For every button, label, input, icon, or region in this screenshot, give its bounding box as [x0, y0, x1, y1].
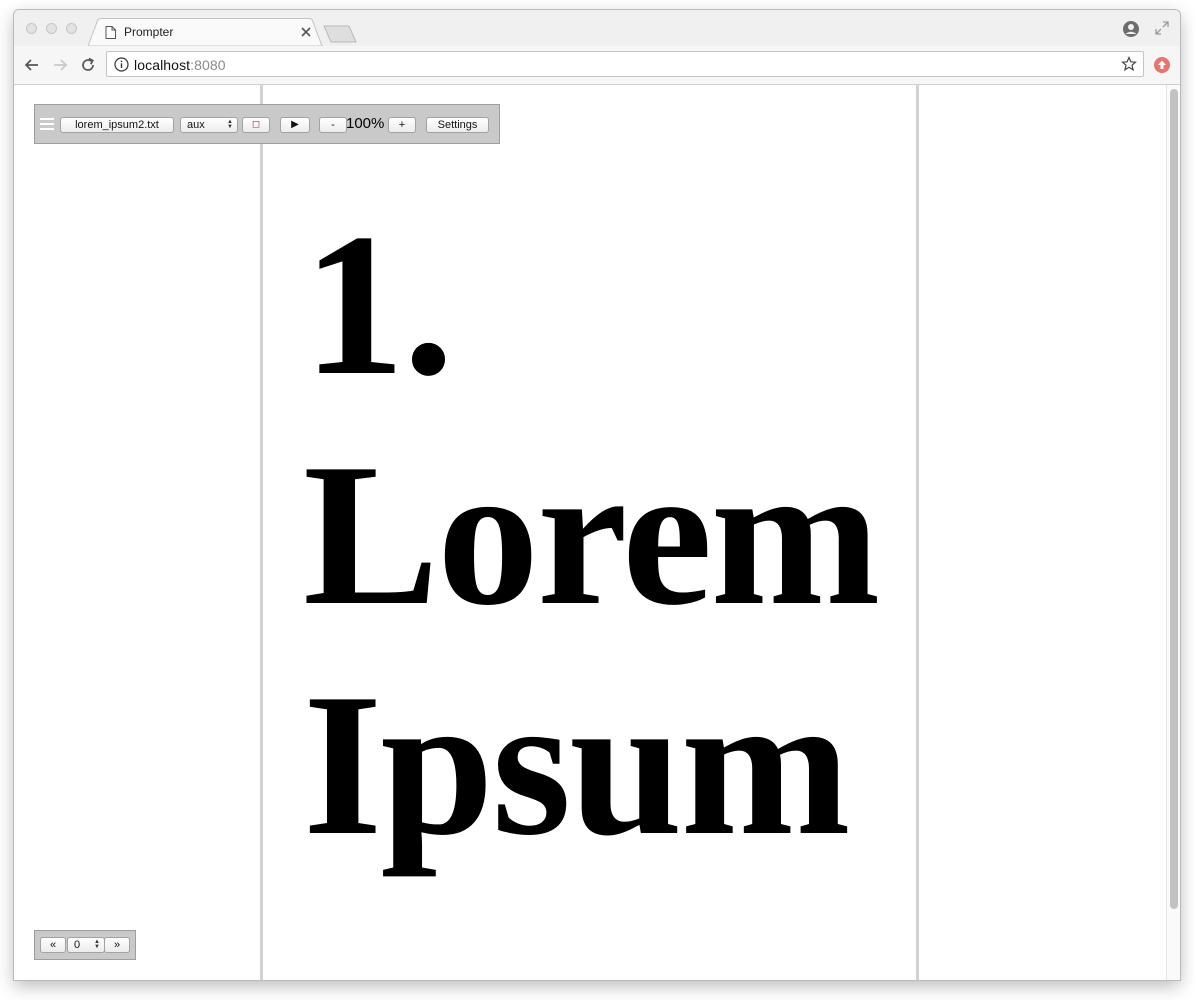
mode-select-value: aux: [187, 119, 205, 131]
tab-prompter[interactable]: Prompter: [88, 18, 323, 46]
prev-page-button[interactable]: «: [40, 937, 66, 953]
url-text: localhost:8080: [134, 57, 226, 73]
new-tab-button[interactable]: [323, 25, 359, 43]
zoom-out-button[interactable]: -: [319, 117, 347, 133]
back-arrow-icon[interactable]: [23, 56, 41, 74]
bookmark-star-icon[interactable]: [1121, 56, 1137, 72]
url-port: :8080: [190, 57, 226, 73]
forward-arrow-icon[interactable]: [51, 56, 69, 74]
page-viewport: 1. Lorem Ipsum lorem_ipsum2.txt aux ▲ ▼ ◻…: [14, 85, 1180, 980]
next-page-button[interactable]: »: [104, 937, 130, 953]
script-area[interactable]: 1. Lorem Ipsum: [260, 85, 919, 980]
script-line: Ipsum: [303, 652, 851, 878]
script-line: Lorem: [303, 422, 880, 648]
reload-icon[interactable]: [79, 56, 97, 74]
info-icon[interactable]: [114, 57, 129, 72]
script-line: 1.: [303, 192, 454, 418]
file-button[interactable]: lorem_ipsum2.txt: [60, 117, 174, 133]
tab-title: Prompter: [124, 25, 174, 39]
mode-select[interactable]: aux ▲ ▼: [180, 117, 238, 133]
document-icon: [105, 26, 116, 39]
zoom-in-button[interactable]: +: [388, 117, 416, 133]
settings-button[interactable]: Settings: [426, 117, 489, 133]
vertical-scrollbar[interactable]: [1166, 85, 1180, 980]
address-bar[interactable]: localhost:8080: [106, 51, 1144, 77]
tab-close-icon[interactable]: [300, 26, 312, 38]
stepper-arrows-icon: ▲ ▼: [94, 939, 100, 950]
prompter-control-panel: lorem_ipsum2.txt aux ▲ ▼ ◻ ▶ - 100% + Set…: [34, 104, 500, 144]
close-window-button[interactable]: [26, 23, 37, 34]
zoom-window-button[interactable]: [66, 23, 77, 34]
extension-update-icon[interactable]: [1153, 56, 1171, 74]
url-host: localhost: [134, 57, 191, 73]
play-button[interactable]: ▶: [280, 117, 310, 133]
zoom-level: 100%: [346, 115, 385, 132]
select-arrows-icon: ▲ ▼: [227, 119, 233, 130]
page-number-value: 0: [74, 939, 81, 951]
page-number-input[interactable]: 0 ▲ ▼: [67, 937, 105, 953]
profile-icon[interactable]: [1122, 20, 1140, 38]
page-navigator: « 0 ▲ ▼ »: [34, 930, 136, 960]
script-text: 1. Lorem Ipsum: [303, 190, 880, 880]
fullscreen-icon[interactable]: [1154, 20, 1170, 36]
tab-strip: Prompter: [14, 10, 1180, 46]
scrollbar-thumb[interactable]: [1170, 89, 1178, 909]
browser-window: Prompter localhost:8080 1. Lorem Ipsum l…: [14, 10, 1180, 980]
browser-toolbar: localhost:8080: [14, 46, 1180, 85]
minimize-window-button[interactable]: [46, 23, 57, 34]
menu-icon[interactable]: [40, 118, 54, 130]
stop-button[interactable]: ◻: [242, 117, 270, 133]
